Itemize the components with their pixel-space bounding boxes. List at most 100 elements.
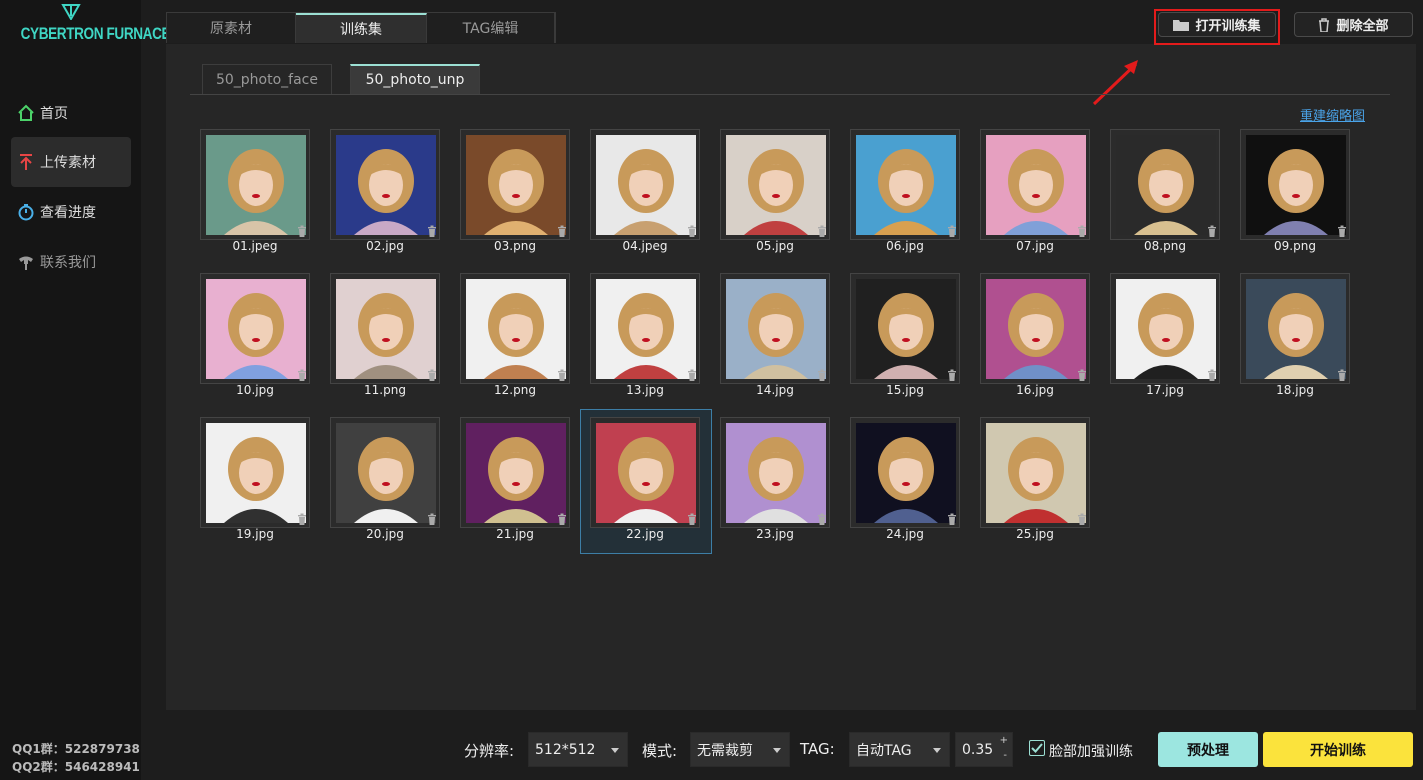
- thumbnail-item[interactable]: 23.jpg: [720, 417, 830, 545]
- delete-image-icon[interactable]: [297, 513, 307, 525]
- delete-image-icon[interactable]: [1337, 369, 1347, 381]
- delete-image-icon[interactable]: [557, 369, 567, 381]
- delete-image-icon[interactable]: [297, 369, 307, 381]
- delete-image-icon[interactable]: [817, 225, 827, 237]
- logo-mark-icon: [61, 4, 81, 20]
- tab-raw-materials[interactable]: 原素材: [167, 13, 296, 43]
- thumbnail-image: [206, 423, 306, 523]
- thumbnail-item[interactable]: 06.jpg: [850, 129, 960, 257]
- tab-tag-editor[interactable]: TAG编辑: [427, 13, 555, 43]
- thumbnail-item[interactable]: 21.jpg: [460, 417, 570, 545]
- divider: [190, 94, 1390, 95]
- thumbnail-item[interactable]: 12.png: [460, 273, 570, 401]
- thumbnail-filename: 23.jpg: [756, 527, 794, 541]
- thumbnail-image: [336, 135, 436, 235]
- thumbnail-frame: [590, 273, 700, 384]
- thumbnail-item[interactable]: 15.jpg: [850, 273, 960, 401]
- increment-icon[interactable]: +: [1000, 735, 1008, 746]
- threshold-value: 0.35: [962, 741, 994, 758]
- thumbnail-item[interactable]: 18.jpg: [1240, 273, 1350, 401]
- start-training-button[interactable]: 开始训练: [1263, 732, 1413, 767]
- thumbnail-filename: 18.jpg: [1276, 383, 1314, 397]
- thumbnail-item[interactable]: 13.jpg: [590, 273, 700, 401]
- threshold-spinbox[interactable]: 0.35 + -: [955, 732, 1013, 767]
- thumbnail-item[interactable]: 17.jpg: [1110, 273, 1220, 401]
- delete-image-icon[interactable]: [687, 513, 697, 525]
- thumbnail-item[interactable]: 25.jpg: [980, 417, 1090, 545]
- thumbnail-item[interactable]: 04.jpeg: [590, 129, 700, 257]
- sidebar-item-label: 首页: [40, 106, 68, 122]
- thumbnail-image: [596, 423, 696, 523]
- sidebar-item-progress[interactable]: 查看进度: [11, 187, 131, 237]
- thumbnail-item[interactable]: 05.jpg: [720, 129, 830, 257]
- delete-image-icon[interactable]: [1337, 225, 1347, 237]
- thumbnail-frame: [460, 129, 570, 240]
- thumbnail-filename: 05.jpg: [756, 239, 794, 253]
- delete-image-icon[interactable]: [427, 513, 437, 525]
- thumbnail-item[interactable]: 01.jpeg: [200, 129, 310, 257]
- thumbnail-frame: [850, 273, 960, 384]
- thumbnail-frame: [1240, 273, 1350, 384]
- delete-all-button[interactable]: 删除全部: [1294, 12, 1413, 37]
- thumbnail-item[interactable]: 03.png: [460, 129, 570, 257]
- tag-mode-select[interactable]: 自动TAG: [849, 732, 950, 767]
- thumbnail-filename: 19.jpg: [236, 527, 274, 541]
- thumbnail-filename: 13.jpg: [626, 383, 664, 397]
- thumbnail-frame: [1110, 273, 1220, 384]
- thumbnail-frame: [720, 129, 830, 240]
- mode-select[interactable]: 无需裁剪: [690, 732, 790, 767]
- thumbnail-item[interactable]: 20.jpg: [330, 417, 440, 545]
- thumbnail-filename: 01.jpeg: [232, 239, 278, 253]
- preprocess-button[interactable]: 预处理: [1158, 732, 1258, 767]
- thumbnail-filename: 04.jpeg: [622, 239, 668, 253]
- face-enhance-checkbox[interactable]: [1029, 740, 1045, 756]
- delete-image-icon[interactable]: [557, 225, 567, 237]
- thumbnail-item[interactable]: 16.jpg: [980, 273, 1090, 401]
- delete-image-icon[interactable]: [1207, 369, 1217, 381]
- thumbnail-image: [206, 279, 306, 379]
- thumbnail-item[interactable]: 11.png: [330, 273, 440, 401]
- sidebar-item-upload[interactable]: 上传素材: [11, 137, 131, 187]
- delete-image-icon[interactable]: [297, 225, 307, 237]
- thumbnail-item[interactable]: 02.jpg: [330, 129, 440, 257]
- thumbnail-filename: 22.jpg: [626, 527, 664, 541]
- thumbnail-item[interactable]: 09.png: [1240, 129, 1350, 257]
- tab-folder-face[interactable]: 50_photo_face: [202, 64, 332, 94]
- decrement-icon[interactable]: -: [1003, 750, 1007, 761]
- delete-image-icon[interactable]: [1207, 225, 1217, 237]
- delete-image-icon[interactable]: [687, 369, 697, 381]
- delete-image-icon[interactable]: [427, 225, 437, 237]
- thumbnail-image: [596, 279, 696, 379]
- delete-image-icon[interactable]: [1077, 369, 1087, 381]
- thumbnail-item[interactable]: 10.jpg: [200, 273, 310, 401]
- delete-image-icon[interactable]: [947, 225, 957, 237]
- sidebar-item-home[interactable]: 首页: [11, 88, 131, 138]
- thumbnail-item[interactable]: 07.jpg: [980, 129, 1090, 257]
- resolution-select[interactable]: 512*512: [528, 732, 628, 767]
- rebuild-thumbnails-link[interactable]: 重建缩略图: [1300, 105, 1365, 124]
- thumbnail-item[interactable]: 24.jpg: [850, 417, 960, 545]
- thumbnail-item[interactable]: 14.jpg: [720, 273, 830, 401]
- delete-image-icon[interactable]: [427, 369, 437, 381]
- delete-image-icon[interactable]: [817, 369, 827, 381]
- delete-image-icon[interactable]: [817, 513, 827, 525]
- thumbnail-filename: 03.png: [494, 239, 536, 253]
- delete-image-icon[interactable]: [947, 369, 957, 381]
- tab-folder-unp[interactable]: 50_photo_unp: [350, 64, 480, 94]
- delete-image-icon[interactable]: [1077, 513, 1087, 525]
- thumbnail-filename: 10.jpg: [236, 383, 274, 397]
- thumbnail-image: [466, 423, 566, 523]
- open-training-set-button[interactable]: 打开训练集: [1158, 12, 1276, 37]
- delete-image-icon[interactable]: [557, 513, 567, 525]
- thumbnail-item[interactable]: 08.png: [1110, 129, 1220, 257]
- thumbnail-item[interactable]: 19.jpg: [200, 417, 310, 545]
- delete-image-icon[interactable]: [1077, 225, 1087, 237]
- resolution-value: 512*512: [535, 741, 596, 758]
- sidebar-item-contact[interactable]: 联系我们: [11, 237, 131, 287]
- thumbnail-item[interactable]: 22.jpg: [580, 409, 712, 554]
- tab-training-set[interactable]: 训练集: [296, 13, 427, 43]
- delete-image-icon[interactable]: [947, 513, 957, 525]
- thumbnail-filename: 16.jpg: [1016, 383, 1054, 397]
- thumbnail-frame: [1110, 129, 1220, 240]
- delete-image-icon[interactable]: [687, 225, 697, 237]
